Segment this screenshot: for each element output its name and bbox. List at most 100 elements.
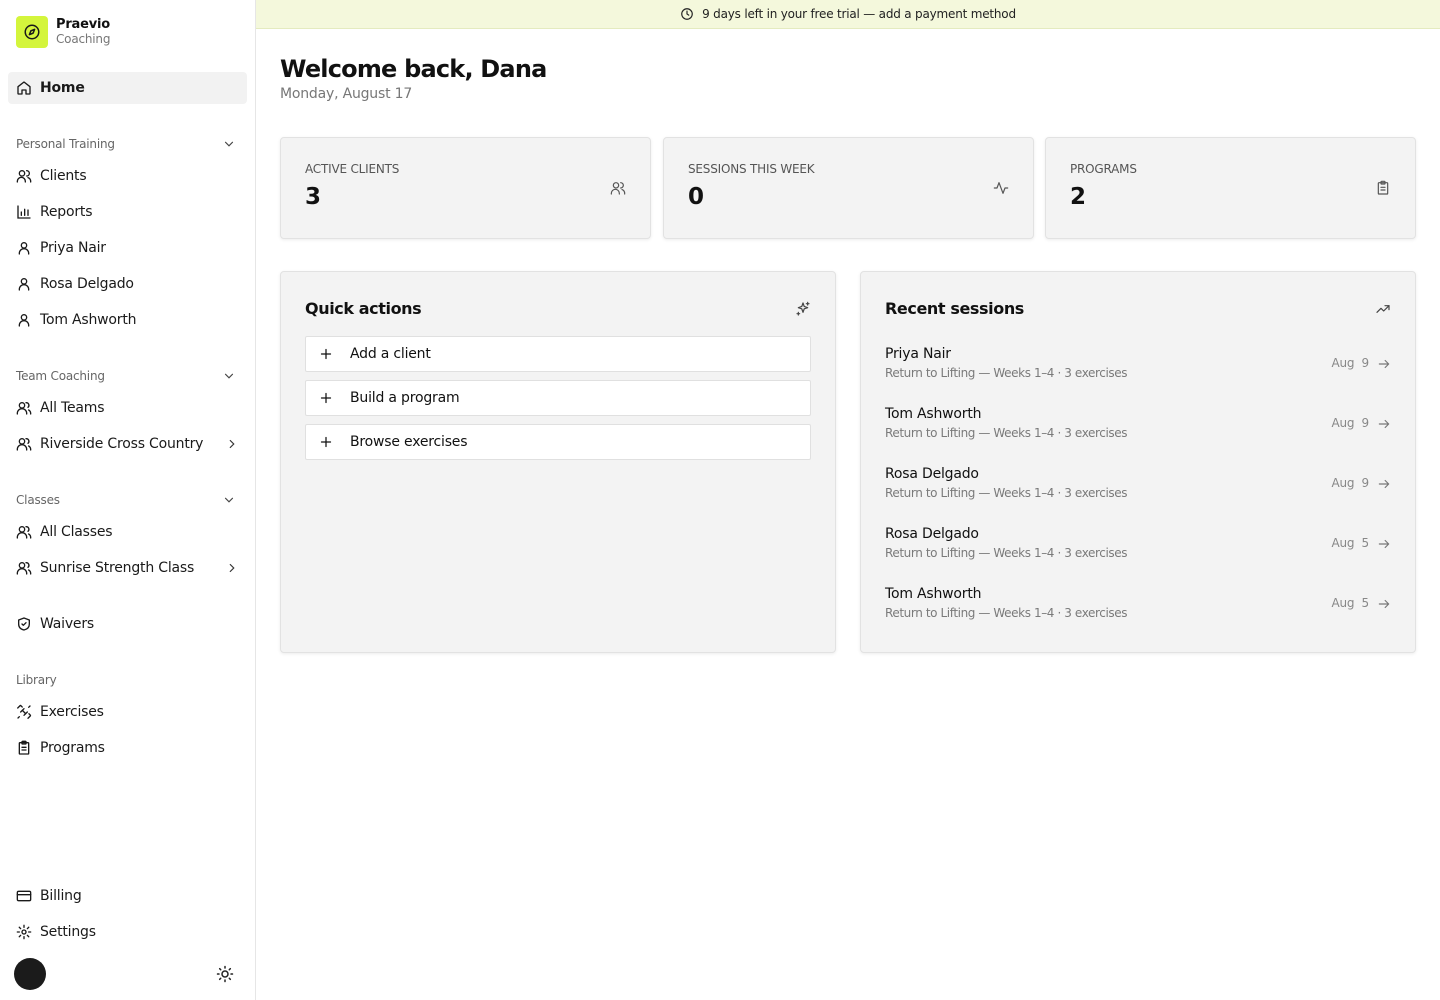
panel-title: Recent sessions bbox=[885, 299, 1024, 318]
browse-exercises-button[interactable]: Browse exercises bbox=[305, 424, 811, 460]
build-program-button[interactable]: Build a program bbox=[305, 380, 811, 416]
add-client-button[interactable]: Add a client bbox=[305, 336, 811, 372]
section-label: Library bbox=[16, 673, 57, 687]
session-date: Aug 5 bbox=[1331, 596, 1370, 610]
session-row[interactable]: Rosa Delgado Return to Lifting — Weeks 1… bbox=[885, 524, 1391, 568]
user-group-icon bbox=[16, 562, 32, 575]
user-group-icon bbox=[16, 402, 32, 415]
home-icon bbox=[17, 81, 31, 95]
session-client-name: Tom Ashworth bbox=[885, 586, 982, 602]
trial-banner[interactable]: 9 days left in your free trial — add a p… bbox=[256, 0, 1440, 29]
user-icon bbox=[18, 242, 30, 255]
sidebar-item-sunrise-strength-class[interactable]: Sunrise Strength Class bbox=[8, 552, 247, 584]
session-date: Aug 9 bbox=[1331, 416, 1370, 430]
session-client-name: Priya Nair bbox=[885, 346, 951, 362]
activity-icon bbox=[993, 182, 1009, 194]
sun-icon[interactable] bbox=[216, 965, 234, 983]
chevron-right-icon[interactable] bbox=[225, 437, 239, 451]
sidebar-item-reports[interactable]: Reports bbox=[8, 196, 247, 228]
sidebar-item-label: Riverside Cross Country bbox=[40, 436, 204, 452]
sidebar-item-waivers[interactable]: Waivers bbox=[8, 608, 247, 640]
section-label: Personal Training bbox=[16, 137, 115, 151]
section-label: Team Coaching bbox=[16, 369, 105, 383]
sidebar-item-label: Billing bbox=[40, 888, 82, 904]
stat-label: SESSIONS THIS WEEK bbox=[688, 162, 815, 176]
session-detail: Return to Lifting — Weeks 1–4 · 3 exerci… bbox=[885, 366, 1128, 380]
page-title: Welcome back, Dana bbox=[280, 55, 547, 83]
clipboard-icon bbox=[18, 740, 30, 755]
user-icon bbox=[18, 314, 30, 327]
sidebar-item-settings[interactable]: Settings bbox=[8, 916, 247, 948]
session-detail: Return to Lifting — Weeks 1–4 · 3 exerci… bbox=[885, 606, 1128, 620]
chevron-down-icon bbox=[224, 373, 234, 379]
section-library: Library bbox=[16, 670, 240, 690]
brand[interactable]: Praevio Coaching bbox=[16, 16, 110, 48]
sidebar: Praevio Coaching Home Personal Training … bbox=[0, 0, 256, 1000]
sidebar-item-rosa-delgado[interactable]: Rosa Delgado bbox=[8, 268, 247, 300]
arrow-right-icon bbox=[1378, 419, 1390, 429]
sidebar-item-programs[interactable]: Programs bbox=[8, 732, 247, 764]
session-client-name: Rosa Delgado bbox=[885, 526, 979, 542]
dumbbell-icon bbox=[17, 704, 32, 719]
stat-value: 0 bbox=[688, 184, 704, 210]
button-label: Browse exercises bbox=[350, 434, 468, 450]
sidebar-item-label: All Teams bbox=[40, 400, 105, 416]
section-team-coaching[interactable]: Team Coaching bbox=[16, 366, 240, 386]
brand-name: Praevio bbox=[56, 17, 110, 32]
users-icon bbox=[16, 170, 32, 183]
session-row[interactable]: Tom Ashworth Return to Lifting — Weeks 1… bbox=[885, 404, 1391, 448]
section-personal-training[interactable]: Personal Training bbox=[16, 134, 240, 154]
gear-icon bbox=[16, 924, 32, 940]
sidebar-item-home[interactable]: Home bbox=[8, 72, 247, 104]
sidebar-item-label: Exercises bbox=[40, 704, 104, 720]
sidebar-item-label: Reports bbox=[40, 204, 93, 220]
page-date: Monday, August 17 bbox=[280, 86, 413, 102]
sidebar-item-clients[interactable]: Clients bbox=[8, 160, 247, 192]
button-label: Add a client bbox=[350, 346, 431, 362]
avatar[interactable] bbox=[14, 958, 46, 990]
trial-banner-text: 9 days left in your free trial — add a p… bbox=[702, 7, 1016, 21]
sidebar-item-tom-ashworth[interactable]: Tom Ashworth bbox=[8, 304, 247, 336]
sidebar-item-all-teams[interactable]: All Teams bbox=[8, 392, 247, 424]
session-row[interactable]: Rosa Delgado Return to Lifting — Weeks 1… bbox=[885, 464, 1391, 508]
session-row[interactable]: Priya Nair Return to Lifting — Weeks 1–4… bbox=[885, 344, 1391, 388]
section-classes[interactable]: Classes bbox=[16, 490, 240, 510]
chevron-right-icon[interactable] bbox=[225, 561, 239, 575]
sidebar-item-riverside-cross-country[interactable]: Riverside Cross Country bbox=[8, 428, 247, 460]
clipboard-icon bbox=[1377, 180, 1389, 195]
session-row[interactable]: Tom Ashworth Return to Lifting — Weeks 1… bbox=[885, 584, 1391, 628]
section-label: Classes bbox=[16, 493, 60, 507]
sidebar-item-label: Priya Nair bbox=[40, 240, 106, 256]
sparkles-icon bbox=[796, 301, 810, 316]
arrow-right-icon bbox=[1378, 539, 1390, 549]
chevron-down-icon bbox=[224, 497, 234, 503]
stat-label: ACTIVE CLIENTS bbox=[305, 162, 400, 176]
user-icon bbox=[18, 278, 30, 291]
plus-icon bbox=[320, 436, 332, 448]
sidebar-item-label: Settings bbox=[40, 924, 96, 940]
sidebar-item-billing[interactable]: Billing bbox=[8, 880, 247, 912]
session-date: Aug 9 bbox=[1331, 356, 1370, 370]
bar-chart-icon bbox=[17, 205, 31, 219]
sidebar-item-label: Waivers bbox=[40, 616, 94, 632]
sidebar-item-label: Clients bbox=[40, 168, 87, 184]
session-detail: Return to Lifting — Weeks 1–4 · 3 exerci… bbox=[885, 426, 1128, 440]
stat-value: 2 bbox=[1070, 184, 1086, 210]
session-detail: Return to Lifting — Weeks 1–4 · 3 exerci… bbox=[885, 546, 1128, 560]
session-client-name: Rosa Delgado bbox=[885, 466, 979, 482]
brand-subtitle: Coaching bbox=[56, 32, 111, 46]
arrow-right-icon bbox=[1378, 599, 1390, 609]
session-date: Aug 9 bbox=[1331, 476, 1370, 490]
sidebar-item-label: All Classes bbox=[40, 524, 113, 540]
sidebar-item-priya-nair[interactable]: Priya Nair bbox=[8, 232, 247, 264]
trending-up-icon bbox=[1376, 305, 1390, 313]
plus-icon bbox=[320, 392, 332, 404]
stat-label: PROGRAMS bbox=[1070, 162, 1137, 176]
chevron-down-icon bbox=[224, 141, 234, 147]
sidebar-item-exercises[interactable]: Exercises bbox=[8, 696, 247, 728]
sidebar-item-label: Tom Ashworth bbox=[40, 312, 137, 328]
arrow-right-icon bbox=[1378, 359, 1390, 369]
stat-card-programs: PROGRAMS 2 bbox=[1045, 137, 1416, 239]
sidebar-item-all-classes[interactable]: All Classes bbox=[8, 516, 247, 548]
stat-card-sessions-this-week: SESSIONS THIS WEEK 0 bbox=[663, 137, 1034, 239]
